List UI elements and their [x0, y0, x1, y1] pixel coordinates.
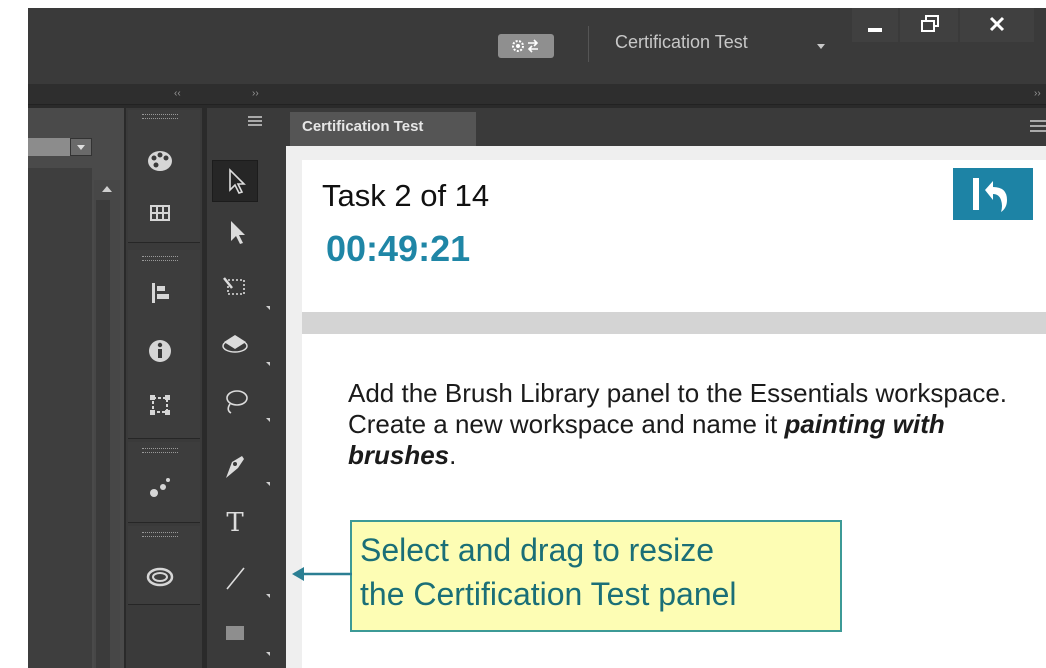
magic-wand-tool-icon[interactable]	[218, 272, 252, 304]
tool-flyout-indicator	[266, 652, 270, 656]
titlebar-divider	[588, 26, 589, 62]
close-button[interactable]	[960, 8, 1034, 42]
sync-settings-button[interactable]	[498, 34, 554, 58]
creative-cloud-icon[interactable]	[145, 562, 175, 592]
tool-flyout-indicator	[266, 306, 270, 310]
tool-flyout-indicator	[266, 362, 270, 366]
workspace-switcher-label[interactable]: Certification Test	[615, 32, 748, 53]
reset-task-button[interactable]	[953, 168, 1033, 220]
instruction-end: .	[449, 440, 457, 470]
line-tool-icon[interactable]	[218, 562, 252, 594]
tool-flyout-indicator	[266, 418, 270, 422]
brush-dots-icon[interactable]	[145, 472, 175, 502]
expand-right-icon[interactable]: ››	[252, 88, 259, 99]
app-window: Certification Test ‹‹ ›› ›› T Certificat…	[0, 0, 1046, 668]
dock-grip[interactable]	[142, 114, 178, 119]
direct-selection-tool-icon[interactable]	[218, 216, 252, 248]
selection-tool-icon[interactable]	[218, 166, 252, 198]
expand-right-icon[interactable]: ››	[1034, 88, 1041, 99]
rectangle-tool-icon[interactable]	[218, 618, 252, 650]
arrow-left-icon	[292, 567, 352, 581]
dock-grip[interactable]	[142, 256, 178, 261]
left-panel-content	[28, 168, 92, 668]
lasso-tool-icon[interactable]	[218, 386, 252, 418]
gear-arrows-icon	[512, 39, 539, 53]
panel-menu-icon[interactable]	[1030, 120, 1046, 132]
palette-icon[interactable]	[145, 146, 175, 176]
3d-rotate-tool-icon[interactable]	[218, 330, 252, 362]
scroll-up-icon[interactable]	[102, 186, 112, 192]
chevron-down-icon[interactable]	[817, 44, 825, 49]
restore-button[interactable]	[900, 8, 958, 42]
type-tool-icon[interactable]: T	[218, 506, 252, 538]
tool-flyout-indicator	[266, 482, 270, 486]
align-icon[interactable]	[145, 278, 175, 308]
minimize-icon	[868, 28, 882, 32]
dock-grip[interactable]	[142, 448, 178, 453]
countdown-timer: 00:49:21	[326, 228, 471, 269]
tool-flyout-indicator	[266, 594, 270, 598]
collapse-left-icon[interactable]: ‹‹	[174, 88, 181, 99]
dock-grip[interactable]	[142, 532, 178, 537]
pen-tool-icon[interactable]	[218, 450, 252, 482]
transform-icon[interactable]	[145, 390, 175, 420]
progress-divider	[302, 312, 1046, 334]
tab-certification-test[interactable]: Certification Test	[290, 112, 476, 146]
info-icon[interactable]	[145, 336, 175, 366]
return-arrow-icon	[973, 178, 1007, 212]
hint-callout-text: Select and drag to resize the Certificat…	[360, 528, 840, 616]
hint-line-2: the Certification Test panel	[360, 576, 737, 612]
task-instruction: Add the Brush Library panel to the Essen…	[348, 378, 1018, 471]
minimize-button[interactable]	[852, 8, 898, 42]
restore-icon	[921, 15, 939, 32]
panel-collapse-strip	[28, 84, 1046, 105]
grid-icon[interactable]	[145, 198, 175, 228]
close-icon	[989, 16, 1005, 32]
chevron-down-icon[interactable]	[70, 138, 92, 156]
hint-line-1: Select and drag to resize	[360, 532, 714, 568]
panel-menu-icon[interactable]	[248, 116, 262, 126]
task-counter: Task 2 of 14	[322, 178, 490, 213]
scrollbar-track[interactable]	[96, 200, 110, 668]
svg-text:T: T	[226, 508, 244, 538]
